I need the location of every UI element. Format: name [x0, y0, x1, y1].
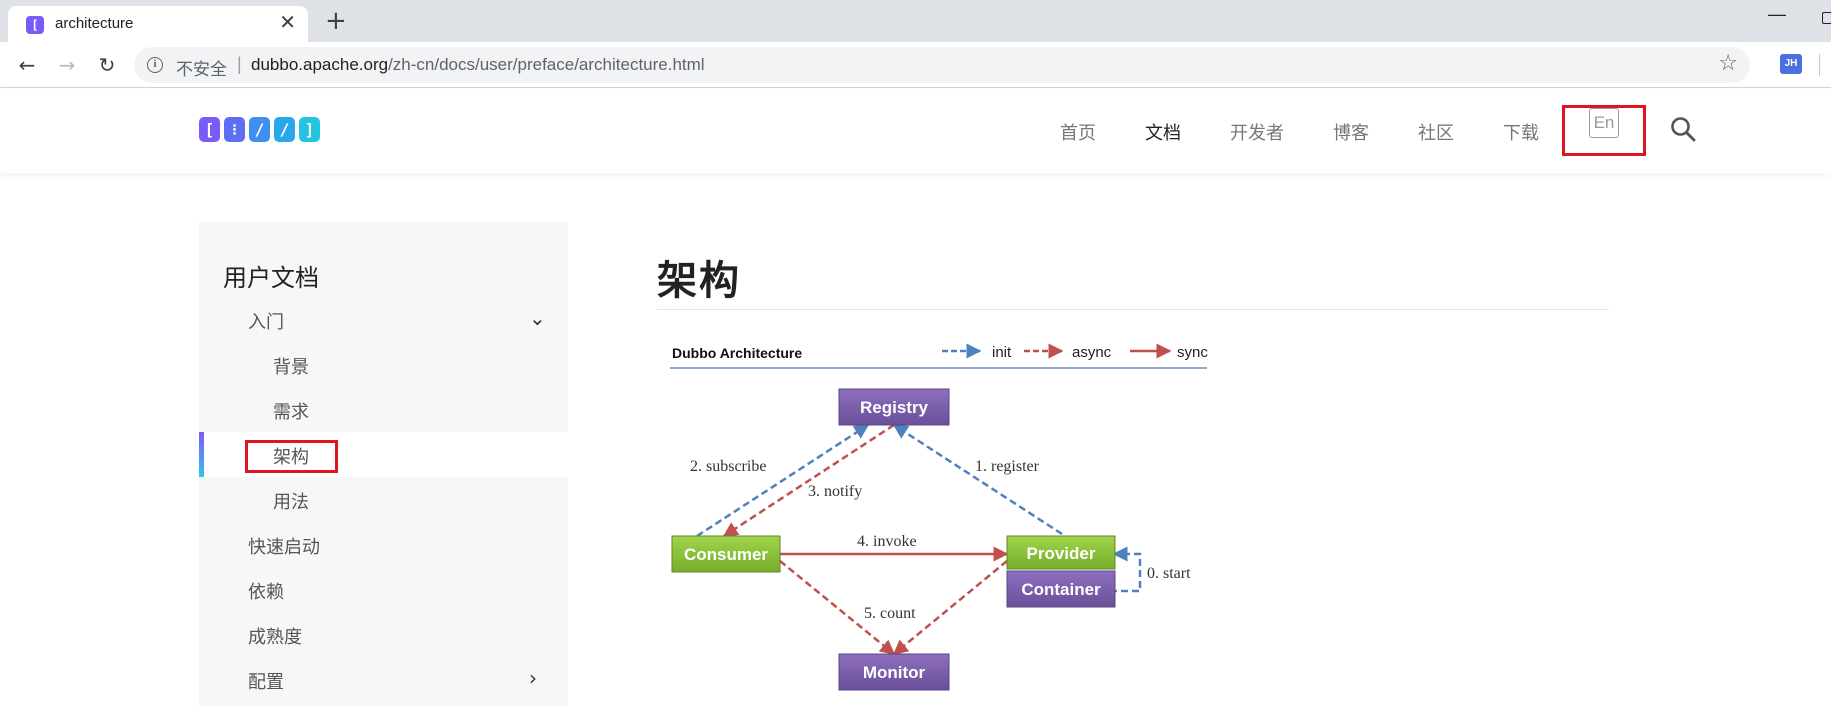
- architecture-diagram: Dubbo Architecture init async sync 2. su…: [670, 343, 1208, 691]
- sidebar-active-indicator: [199, 432, 204, 477]
- info-icon[interactable]: i: [147, 57, 163, 73]
- address-bar[interactable]: i 不安全 | dubbo.apache.org/zh-cn/docs/user…: [134, 47, 1750, 83]
- label-invoke: 4. invoke: [857, 533, 917, 550]
- logo-letter: ]: [299, 117, 320, 142]
- browser-tab[interactable]: [ architecture ✕: [8, 6, 308, 42]
- nav-home[interactable]: 首页: [1060, 119, 1096, 145]
- nav-docs[interactable]: 文档: [1145, 119, 1181, 145]
- sidebar-item-requirements[interactable]: 需求: [273, 398, 309, 424]
- label-subscribe: 2. subscribe: [690, 458, 766, 475]
- sidebar-item-quick-start[interactable]: 快速启动: [248, 533, 320, 559]
- logo-letter: [: [199, 117, 220, 142]
- docs-sidebar: 用户文档 入门 ⌄ 背景 需求 架构 用法 快速启动 依赖 成熟度 配置 ›: [199, 222, 568, 706]
- back-arrow-icon[interactable]: ←: [12, 50, 42, 80]
- node-provider-label: Provider: [1027, 544, 1096, 563]
- extension-jh-icon[interactable]: JH: [1780, 54, 1802, 74]
- edge-register: [892, 423, 1063, 536]
- sidebar-title: 用户文档: [223, 265, 319, 292]
- dubbo-logo[interactable]: [⁝ / /]: [199, 117, 320, 142]
- node-monitor-label: Monitor: [863, 663, 926, 682]
- logo-letter: /: [274, 117, 295, 142]
- reload-icon[interactable]: ↻: [92, 50, 122, 80]
- window-minimize-icon[interactable]: —: [1768, 4, 1786, 25]
- chevron-down-icon[interactable]: ⌄: [529, 306, 546, 330]
- node-registry-label: Registry: [860, 398, 929, 417]
- bookmark-star-icon[interactable]: ☆: [1718, 51, 1738, 76]
- new-tab-icon[interactable]: +: [325, 6, 347, 36]
- title-divider: [657, 309, 1609, 310]
- toolbar-divider: [1819, 54, 1820, 76]
- insecure-label: 不安全: [176, 60, 227, 79]
- highlight-box-language: [1562, 105, 1646, 156]
- dubbo-favicon-icon: [: [26, 16, 44, 34]
- edge-notify: [722, 423, 895, 538]
- nav-blog[interactable]: 博客: [1333, 119, 1369, 145]
- url-path: /zh-cn/docs/user/preface/architecture.ht…: [388, 55, 705, 74]
- nav-download[interactable]: 下载: [1503, 119, 1539, 145]
- url-text[interactable]: dubbo.apache.org/zh-cn/docs/user/preface…: [251, 55, 705, 75]
- label-notify: 3. notify: [808, 483, 862, 500]
- chevron-right-icon[interactable]: ›: [529, 666, 537, 690]
- sidebar-item-usage[interactable]: 用法: [273, 488, 309, 514]
- legend-init: init: [992, 344, 1012, 361]
- node-consumer-label: Consumer: [684, 545, 768, 564]
- label-count: 5. count: [864, 605, 916, 622]
- site-header: [⁝ / /] 首页 文档 开发者 博客 社区 下载 En: [0, 89, 1831, 173]
- logo-letter: ⁝: [224, 117, 245, 142]
- sidebar-item-maturity[interactable]: 成熟度: [248, 623, 302, 649]
- node-container-label: Container: [1021, 580, 1101, 599]
- search-icon[interactable]: [1670, 116, 1696, 142]
- sidebar-item-getting-started[interactable]: 入门: [248, 308, 284, 334]
- sidebar-item-dependencies[interactable]: 依赖: [248, 578, 284, 604]
- highlight-box-architecture: [245, 440, 338, 473]
- legend-async: async: [1072, 344, 1112, 361]
- browser-toolbar: ← → ↻ i 不安全 | dubbo.apache.org/zh-cn/doc…: [0, 42, 1831, 88]
- nav-developers[interactable]: 开发者: [1230, 119, 1284, 145]
- forward-arrow-icon[interactable]: →: [52, 50, 82, 80]
- sidebar-item-configuration[interactable]: 配置: [248, 668, 284, 694]
- nav-community[interactable]: 社区: [1418, 119, 1454, 145]
- diagram-heading: Dubbo Architecture: [672, 345, 802, 361]
- browser-tab-strip: [ architecture ✕ + —: [0, 0, 1831, 42]
- sidebar-item-background[interactable]: 背景: [273, 353, 309, 379]
- label-register: 1. register: [975, 458, 1040, 475]
- tab-close-icon[interactable]: ✕: [279, 11, 296, 35]
- page-title: 架构: [657, 259, 741, 303]
- legend-sync: sync: [1177, 344, 1208, 361]
- url-separator: |: [237, 54, 242, 74]
- logo-letter: /: [249, 117, 270, 142]
- tab-title: architecture: [55, 15, 134, 32]
- label-start: 0. start: [1147, 565, 1191, 582]
- edge-subscribe: [696, 423, 870, 538]
- url-host: dubbo.apache.org: [251, 55, 389, 74]
- window-maximize-icon[interactable]: [1822, 12, 1831, 24]
